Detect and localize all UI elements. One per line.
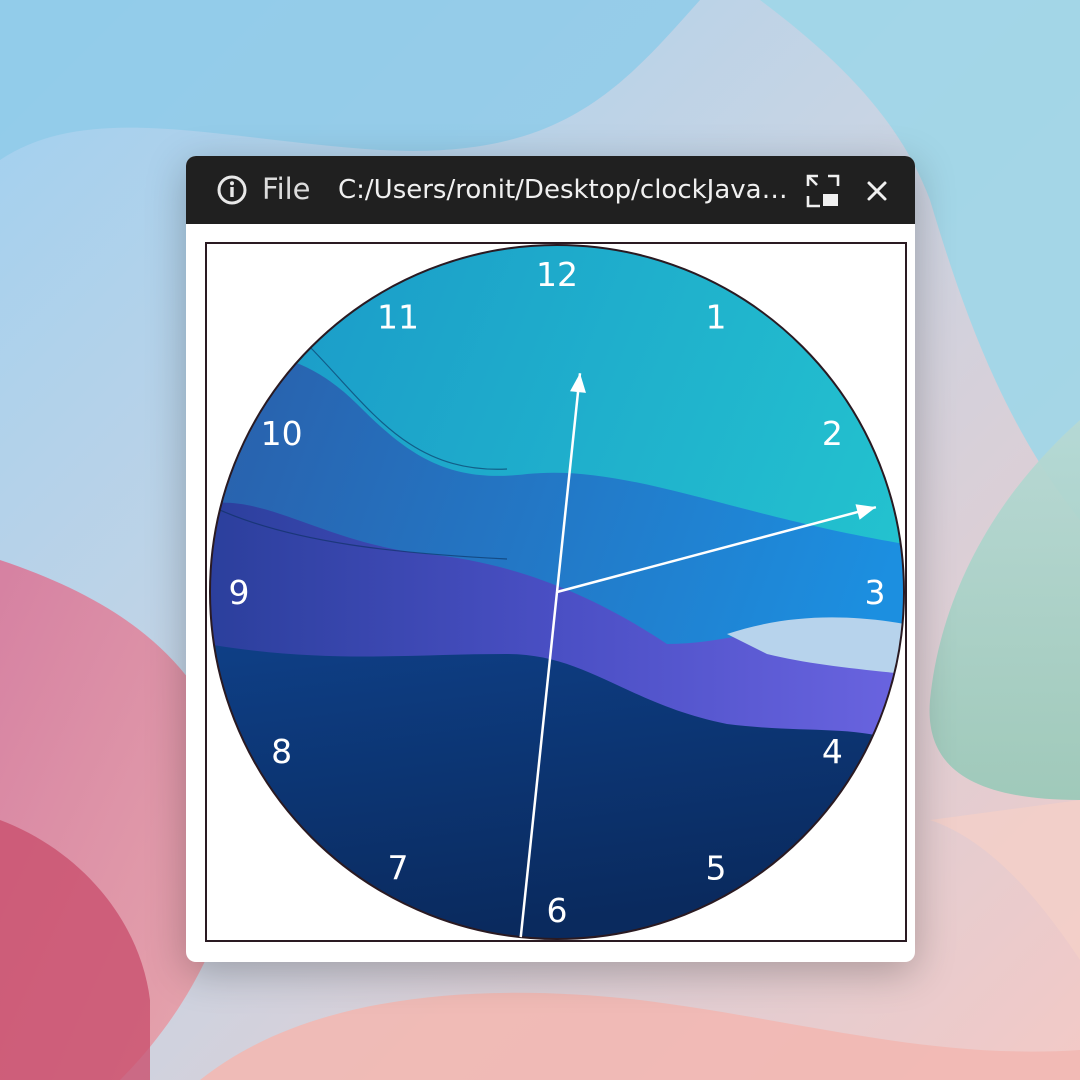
clock-numeral-2: 2 [822, 414, 843, 453]
clock-numeral-4: 4 [822, 732, 843, 771]
restore-window-button[interactable] [804, 172, 842, 210]
clock-numeral-8: 8 [271, 732, 292, 771]
clock-canvas-frame: 12 1 2 3 4 5 6 7 8 9 10 11 [205, 242, 907, 942]
clock-numeral-7: 7 [388, 848, 409, 887]
app-window: File C:/Users/ronit/Desktop/clockJavaS..… [186, 156, 915, 962]
clock-numeral-3: 3 [865, 573, 886, 612]
clock-numeral-10: 10 [261, 414, 303, 453]
file-label: File [262, 172, 311, 206]
clock-numeral-1: 1 [706, 298, 727, 337]
restore-window-icon [806, 174, 840, 208]
info-circle-icon[interactable] [216, 174, 248, 206]
file-path-label: C:/Users/ronit/Desktop/clockJavaS... [338, 175, 788, 205]
close-button[interactable] [858, 172, 896, 210]
clock-numeral-5: 5 [706, 848, 727, 887]
analog-clock: 121234567891011 [209, 244, 905, 940]
close-icon [867, 181, 887, 201]
title-bar: File C:/Users/ronit/Desktop/clockJavaS..… [186, 156, 915, 224]
clock-numeral-11: 11 [377, 298, 419, 337]
clock-numeral-6: 6 [547, 891, 568, 930]
clock-numeral-12: 12 [536, 255, 578, 294]
clock-numeral-9: 9 [229, 573, 250, 612]
